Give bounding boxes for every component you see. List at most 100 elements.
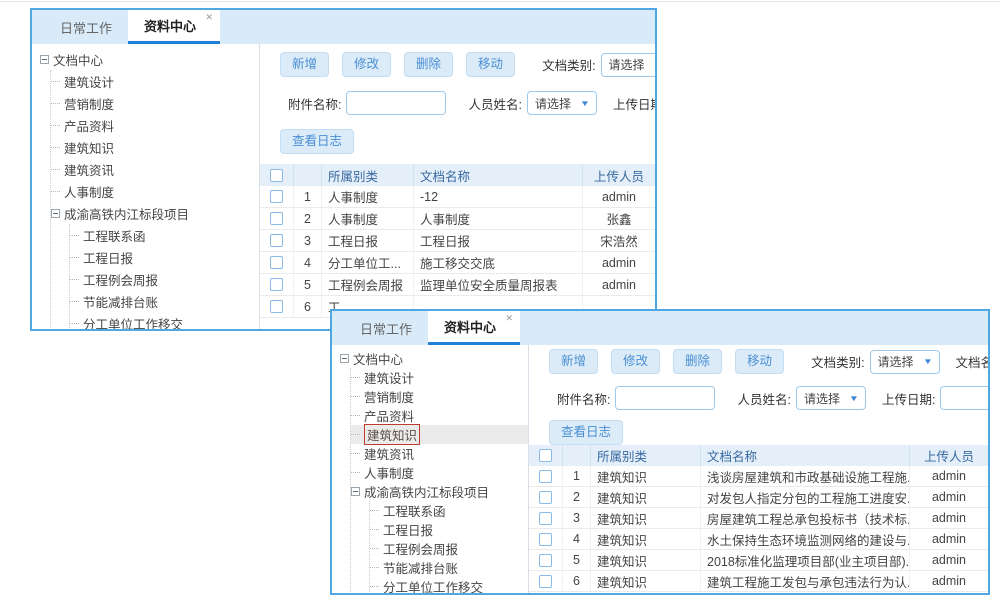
table-row[interactable]: 6 建筑知识 建筑工程施工发包与承包违法行为认... admin [529, 571, 988, 592]
collapse-icon[interactable] [51, 209, 60, 218]
tree-node[interactable]: 建筑设计 [351, 368, 528, 387]
select-all-checkbox[interactable] [270, 169, 283, 182]
attachment-name-input[interactable] [346, 91, 446, 115]
tree-node[interactable]: 人事制度 [51, 180, 259, 202]
tree-node[interactable]: 工程日报 [370, 520, 528, 539]
tree-project-node[interactable]: 成渝高铁内江标段项目 [51, 202, 259, 224]
tree-node[interactable]: 分工单位工作移交 [370, 577, 528, 593]
row-checkbox[interactable] [539, 491, 552, 504]
tree-node[interactable]: 分工单位工作移交 [70, 312, 259, 329]
table-row[interactable]: 5 工程例会周报 监理单位安全质量周报表 admin [260, 274, 655, 296]
row-checkbox[interactable] [539, 512, 552, 525]
table-row[interactable]: 1 建筑知识 浅谈房屋建筑和市政基础设施工程施... admin [529, 466, 988, 487]
row-checkbox[interactable] [539, 533, 552, 546]
view-log-button[interactable]: 查看日志 [280, 129, 354, 154]
person-name-select[interactable]: 请选择 ▼ [796, 386, 866, 410]
tree-connector [51, 147, 60, 148]
add-button[interactable]: 新增 [280, 52, 329, 77]
tab-daily-work[interactable]: 日常工作 [44, 10, 128, 44]
table-row[interactable]: 4 分工单位工... 施工移交交底 admin [260, 252, 655, 274]
tree-connector [51, 169, 60, 170]
edit-button[interactable]: 修改 [611, 349, 660, 374]
table-row[interactable]: 5 建筑知识 2018标准化监理项目部(业主项目部)... admin [529, 550, 988, 571]
view-log-button[interactable]: 查看日志 [549, 420, 623, 445]
edit-button[interactable]: 修改 [342, 52, 391, 77]
row-checkbox[interactable] [270, 278, 283, 291]
row-uploader: admin [910, 571, 988, 591]
row-index: 3 [294, 230, 322, 251]
tree-label: 人事制度 [364, 463, 414, 482]
tree-node[interactable]: 工程例会周报 [370, 539, 528, 558]
tree-connector [70, 235, 79, 236]
doc-category-select[interactable]: 请选择 ▼ [601, 53, 655, 77]
tree-node[interactable]: 建筑知识 [51, 136, 259, 158]
window-front: 日常工作 资料中心 ✕ 文档中心 建筑设计 营销制度 产品资料 建筑知识 建筑资… [330, 309, 990, 595]
tab-data-center[interactable]: 资料中心 ✕ [428, 311, 520, 345]
row-checkbox[interactable] [270, 212, 283, 225]
collapse-icon[interactable] [40, 55, 49, 64]
upload-date-input[interactable] [940, 386, 988, 410]
attachment-name-input[interactable] [615, 386, 715, 410]
tree-label: 工程例会周报 [83, 270, 158, 289]
collapse-icon[interactable] [340, 354, 349, 363]
row-checkbox[interactable] [539, 470, 552, 483]
tree-label: 工程联系函 [383, 501, 446, 520]
doc-category-select[interactable]: 请选择 ▼ [870, 350, 940, 374]
table-row[interactable]: 2 建筑知识 对发包人指定分包的工程施工进度安... admin [529, 487, 988, 508]
select-all-checkbox[interactable] [539, 449, 552, 462]
table-row[interactable]: 1 人事制度 -12 admin [260, 186, 655, 208]
tree-node[interactable]: 产品资料 [51, 114, 259, 136]
tree-node[interactable]: 建筑资讯 [51, 158, 259, 180]
tree-root-node[interactable]: 文档中心 [340, 349, 528, 368]
row-checkbox[interactable] [539, 554, 552, 567]
tree-project-node[interactable]: 成渝高铁内江标段项目 [351, 482, 528, 501]
tree-label: 建筑知识 [364, 424, 420, 445]
delete-button[interactable]: 删除 [673, 349, 722, 374]
tree-label: 建筑设计 [64, 72, 114, 91]
table-row[interactable]: 2 人事制度 人事制度 张鑫 [260, 208, 655, 230]
tree-node[interactable]: 节能减排台账 [70, 290, 259, 312]
tree-group: 建筑设计 营销制度 产品资料 建筑知识 建筑资讯 人事制度 成渝高铁内江标段项目… [350, 368, 528, 593]
close-icon[interactable]: ✕ [505, 314, 513, 323]
tree-node[interactable]: 产品资料 [351, 406, 528, 425]
row-checkbox[interactable] [270, 300, 283, 313]
tree-node-selected[interactable]: 建筑知识 [351, 425, 528, 444]
delete-button[interactable]: 删除 [404, 52, 453, 77]
category-header: 所属别类 [322, 164, 414, 186]
tree-node[interactable]: 工程联系函 [370, 501, 528, 520]
row-doc-name: 浅谈房屋建筑和市政基础设施工程施... [701, 466, 910, 486]
row-uploader: admin [583, 252, 655, 273]
table-row[interactable]: 3 工程日报 工程日报 宋浩然 [260, 230, 655, 252]
tree-node[interactable]: 建筑设计 [51, 70, 259, 92]
tab-data-center[interactable]: 资料中心 ✕ [128, 10, 220, 44]
tree-subgroup: 工程联系函 工程日报 工程例会周报 节能减排台账 分工单位工作移交 [369, 501, 528, 593]
tree-node[interactable]: 工程例会周报 [70, 268, 259, 290]
row-checkbox[interactable] [539, 575, 552, 588]
row-checkbox[interactable] [270, 256, 283, 269]
tree-node[interactable]: 营销制度 [51, 92, 259, 114]
tree-label: 建筑设计 [364, 368, 414, 387]
tree-label: 产品资料 [364, 406, 414, 425]
row-checkbox[interactable] [270, 190, 283, 203]
close-icon[interactable]: ✕ [205, 13, 213, 22]
move-button[interactable]: 移动 [735, 349, 784, 374]
content-panel: 新增 修改 删除 移动 文档类别: 请选择 ▼ 附件名称: 人员姓名: 请选择 … [259, 44, 655, 329]
tree-connector [70, 279, 79, 280]
tab-daily-work[interactable]: 日常工作 [344, 311, 428, 345]
table-row[interactable]: 4 建筑知识 水土保持生态环境监测网络的建设与... admin [529, 529, 988, 550]
tree-node[interactable]: 建筑资讯 [351, 444, 528, 463]
tree-node[interactable]: 人事制度 [351, 463, 528, 482]
table-row[interactable]: 3 建筑知识 房屋建筑工程总承包投标书（技术标... admin [529, 508, 988, 529]
tree-node[interactable]: 营销制度 [351, 387, 528, 406]
tree-node[interactable]: 工程联系函 [70, 224, 259, 246]
tree-node[interactable]: 工程日报 [70, 246, 259, 268]
person-name-select[interactable]: 请选择 ▼ [527, 91, 597, 115]
row-index: 6 [294, 296, 322, 317]
tree-node[interactable]: 节能减排台账 [370, 558, 528, 577]
move-button[interactable]: 移动 [466, 52, 515, 77]
row-checkbox[interactable] [270, 234, 283, 247]
add-button[interactable]: 新增 [549, 349, 598, 374]
collapse-icon[interactable] [351, 487, 360, 496]
uploader-header: 上传人员 [583, 164, 655, 186]
tree-root-node[interactable]: 文档中心 [40, 48, 259, 70]
